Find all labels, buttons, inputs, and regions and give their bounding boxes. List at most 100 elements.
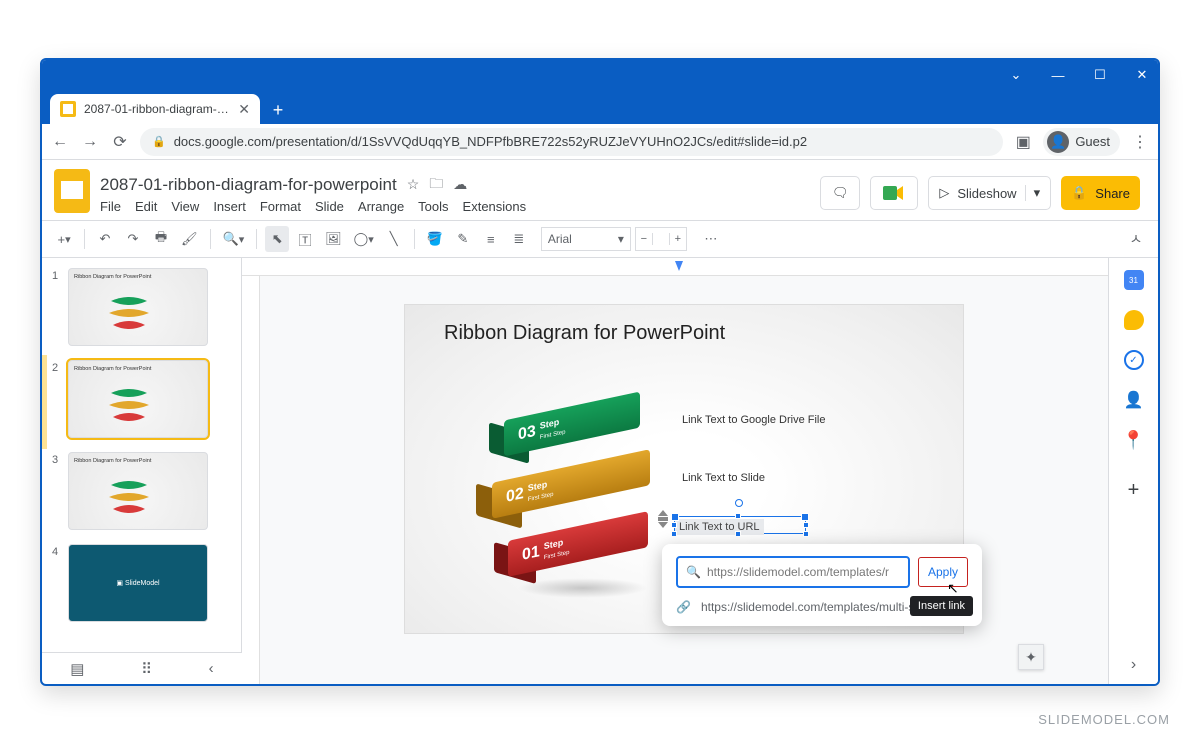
share-button[interactable]: 🔒 Share — [1061, 176, 1140, 210]
ribbon-step-3[interactable]: 03StepFirst Step — [504, 392, 640, 457]
cloud-status-icon[interactable]: ☁ — [453, 176, 467, 193]
filmstrip-view-button[interactable]: ▤ — [70, 660, 84, 678]
menu-slide[interactable]: Slide — [315, 199, 344, 214]
slide-title[interactable]: Ribbon Diagram for PowerPoint — [444, 322, 725, 345]
browser-menu-icon[interactable]: ⋮ — [1130, 132, 1150, 152]
thumb-title: Ribbon Diagram for PowerPoint — [74, 458, 151, 464]
insert-link-tooltip: Insert link — [910, 596, 973, 616]
comment-history-button[interactable]: 🗨 — [820, 176, 860, 210]
menu-edit[interactable]: Edit — [135, 199, 157, 214]
collapse-panel-button[interactable]: ‹ — [209, 660, 214, 677]
text-link-slide[interactable]: Link Text to Slide — [682, 472, 765, 484]
paint-format-button[interactable]: 🖌 — [177, 226, 202, 252]
thumbnail-item[interactable]: 4 ▣ SlideModel — [52, 544, 231, 622]
menu-tools[interactable]: Tools — [418, 199, 448, 214]
more-tools-button[interactable]: ⋯ — [699, 226, 723, 252]
ribbon-step-1[interactable]: 01StepFirst Step — [508, 511, 648, 577]
rotate-handle[interactable] — [735, 499, 743, 507]
decrease-font-button[interactable]: − — [636, 233, 653, 245]
menu-insert[interactable]: Insert — [213, 199, 246, 214]
redo-button[interactable]: ↷ — [121, 226, 145, 252]
slide-thumbnail[interactable]: Ribbon Diagram for PowerPoint — [68, 268, 208, 346]
textbox-tool[interactable]: 🅃 — [293, 226, 317, 252]
new-slide-button[interactable]: +▾ — [52, 226, 76, 252]
ribbon-mini-icon — [109, 297, 149, 333]
menu-format[interactable]: Format — [260, 199, 301, 214]
meet-button[interactable] — [870, 176, 918, 210]
hide-sidepanel-button[interactable]: › — [1131, 656, 1136, 674]
address-bar[interactable]: 🔒 docs.google.com/presentation/d/1SsVVQd… — [140, 128, 1003, 156]
move-icon[interactable]: 🗀 — [429, 173, 443, 197]
reload-button[interactable]: ⟳ — [110, 132, 130, 152]
slide-canvas[interactable]: Ribbon Diagram for PowerPoint 03StepFirs… — [404, 304, 964, 634]
border-color-button[interactable]: ✎ — [451, 226, 475, 252]
shape-tool[interactable]: ◯▾ — [350, 226, 378, 252]
apply-link-button[interactable]: Apply ↖ Insert link — [918, 557, 968, 587]
tab-close-icon[interactable]: ✕ — [238, 101, 250, 118]
forward-button[interactable]: → — [80, 132, 100, 152]
border-dash-button[interactable]: ≣ — [507, 226, 531, 252]
contacts-icon[interactable]: 👤 — [1124, 390, 1144, 410]
avatar-icon: 👤 — [1047, 131, 1069, 153]
font-size-selector[interactable]: − + — [635, 227, 687, 251]
text-link-drive[interactable]: Link Text to Google Drive File — [682, 414, 825, 426]
text-link-url[interactable]: Link Text to URL — [675, 519, 764, 535]
increase-font-button[interactable]: + — [669, 233, 686, 245]
maps-icon[interactable]: 📍 — [1124, 430, 1144, 450]
link-search-input[interactable]: 🔍 https://slidemodel.com/templates/r — [676, 556, 910, 588]
print-button[interactable]: 🖶 — [149, 226, 173, 252]
line-tool[interactable]: ╲ — [382, 226, 406, 252]
grid-view-button[interactable]: ⠿ — [141, 660, 152, 678]
reading-list-icon[interactable]: ▣ — [1013, 132, 1033, 152]
addons-button[interactable]: + — [1124, 480, 1144, 500]
back-button[interactable]: ← — [50, 132, 70, 152]
menu-view[interactable]: View — [171, 199, 199, 214]
keep-icon[interactable] — [1124, 310, 1144, 330]
ribbon-diagram[interactable]: 03StepFirst Step 02StepFirst Step 01Step… — [484, 406, 664, 616]
window-minimize-caret[interactable]: ⌄ — [1006, 65, 1026, 85]
select-tool[interactable]: ⬉ — [265, 226, 289, 252]
slideshow-label: Slideshow — [957, 186, 1016, 201]
vertical-ruler[interactable] — [242, 276, 260, 684]
tab-title: 2087-01-ribbon-diagram-for-po — [84, 102, 230, 116]
slide-thumbnail[interactable]: ▣ SlideModel — [68, 544, 208, 622]
calendar-icon[interactable] — [1124, 270, 1144, 290]
menu-extensions[interactable]: Extensions — [463, 199, 527, 214]
menu-arrange[interactable]: Arrange — [358, 199, 404, 214]
thumbnail-item[interactable]: 1 Ribbon Diagram for PowerPoint — [52, 268, 231, 346]
slideshow-button[interactable]: ▷ Slideshow ▾ — [928, 176, 1051, 210]
window-close[interactable]: ✕ — [1132, 65, 1152, 85]
new-tab-button[interactable]: + — [264, 96, 292, 124]
drop-shadow — [518, 578, 648, 598]
collapse-toolbar-button[interactable]: ㅅ — [1124, 226, 1148, 252]
undo-button[interactable]: ↶ — [93, 226, 117, 252]
slides-logo-icon[interactable] — [54, 169, 90, 213]
window-maximize[interactable]: ☐ — [1090, 65, 1110, 85]
zoom-button[interactable]: 🔍▾ — [219, 226, 249, 252]
star-icon[interactable]: ☆ — [407, 176, 420, 193]
profile-button[interactable]: 👤 Guest — [1043, 128, 1120, 156]
slides-favicon-icon — [60, 101, 76, 117]
explore-button[interactable]: ✦ — [1018, 644, 1044, 670]
fill-color-button[interactable]: 🪣 — [423, 226, 447, 252]
text-margin-handle[interactable] — [657, 510, 669, 532]
document-title[interactable]: 2087-01-ribbon-diagram-for-powerpoint — [100, 175, 397, 195]
url-text: docs.google.com/presentation/d/1SsVVQdUq… — [174, 134, 992, 149]
thumbnail-item[interactable]: 3 Ribbon Diagram for PowerPoint — [52, 452, 231, 530]
link-input-text: https://slidemodel.com/templates/r — [707, 565, 889, 579]
thumbnail-item[interactable]: 2 Ribbon Diagram for PowerPoint — [52, 360, 231, 438]
selected-textbox[interactable]: Link Text to URL — [674, 516, 806, 534]
title-column: 2087-01-ribbon-diagram-for-powerpoint ☆ … — [100, 173, 526, 214]
font-selector[interactable]: Arial▾ — [541, 227, 631, 251]
slide-thumbnail[interactable]: Ribbon Diagram for PowerPoint — [68, 452, 208, 530]
horizontal-ruler[interactable] — [242, 258, 1108, 276]
window-minimize[interactable]: — — [1048, 65, 1068, 85]
chevron-down-icon[interactable]: ▾ — [1025, 185, 1041, 201]
slide-area[interactable]: Ribbon Diagram for PowerPoint 03StepFirs… — [260, 276, 1108, 684]
border-weight-button[interactable]: ≡ — [479, 226, 503, 252]
tasks-icon[interactable] — [1124, 350, 1144, 370]
menu-file[interactable]: File — [100, 199, 121, 214]
slide-thumbnail[interactable]: Ribbon Diagram for PowerPoint — [68, 360, 208, 438]
image-tool[interactable]: 🖼 — [321, 226, 346, 252]
browser-tab[interactable]: 2087-01-ribbon-diagram-for-po ✕ — [50, 94, 260, 124]
